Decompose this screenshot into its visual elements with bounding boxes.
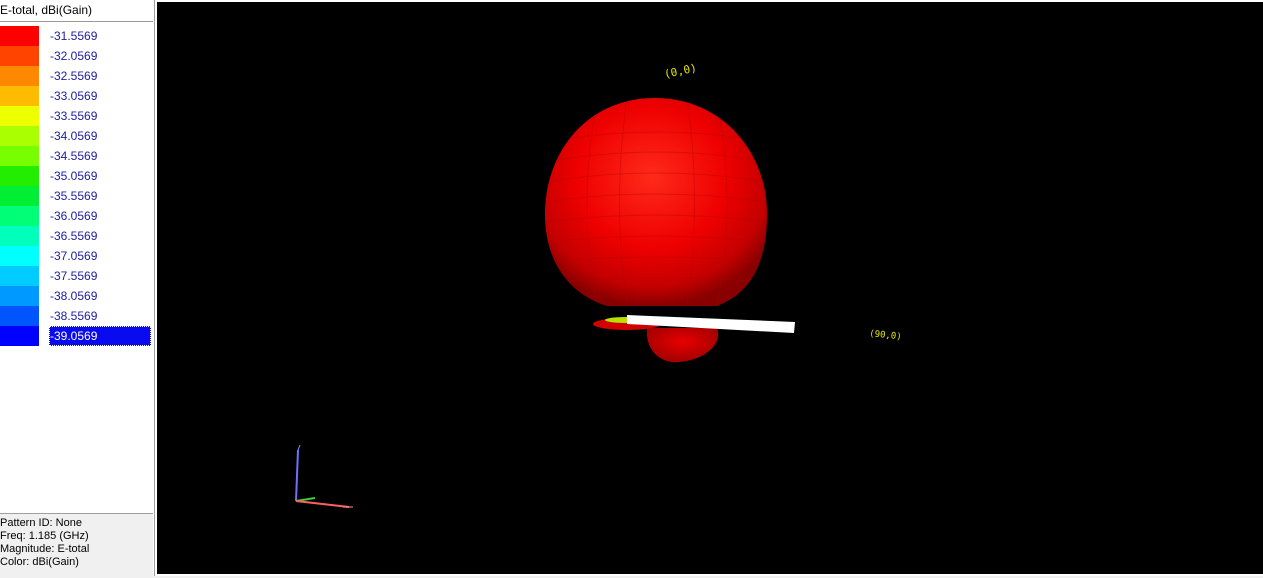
3d-scene: (0,0) (90,0) — [295, 61, 902, 508]
legend-row[interactable]: -32.0569 — [0, 46, 153, 66]
legend-row[interactable]: -35.5569 — [0, 186, 153, 206]
legend-row[interactable]: -38.5569 — [0, 306, 153, 326]
coordinate-triad — [295, 444, 353, 508]
legend-row[interactable]: -39.0569 — [0, 326, 153, 346]
legend-value: -35.5569 — [50, 189, 98, 203]
legend-color-swatch — [0, 26, 39, 46]
legend-row[interactable]: -37.5569 — [0, 266, 153, 286]
legend-value: -38.0569 — [50, 289, 98, 303]
pattern-main-lobe — [545, 98, 767, 306]
legend-value: -38.5569 — [50, 309, 98, 323]
pattern-viewer-window: E-total, dBi(Gain) -31.5569 -32.0569 -32.5… — [0, 0, 1263, 578]
3d-pattern-viewport[interactable]: (0,0) (90,0) — [157, 2, 1263, 574]
legend-value: -37.5569 — [50, 269, 98, 283]
legend-color-swatch — [0, 146, 39, 166]
legend-value: -33.5569 — [50, 109, 98, 123]
legend-color-swatch — [0, 246, 39, 266]
legend-value: -36.0569 — [50, 209, 98, 223]
legend-value: -37.0569 — [50, 249, 98, 263]
legend-row[interactable]: -34.0569 — [0, 126, 153, 146]
legend-row[interactable]: -37.0569 — [0, 246, 153, 266]
legend-row[interactable]: -35.0569 — [0, 166, 153, 186]
color-legend-panel: E-total, dBi(Gain) -31.5569 -32.0569 -32.5… — [0, 0, 155, 576]
legend-color-swatch — [0, 66, 39, 86]
side-axis-label: (90,0) — [869, 329, 902, 342]
top-axis-label: (0,0) — [663, 61, 698, 81]
legend-value: -36.5569 — [50, 229, 98, 243]
legend-row[interactable]: -36.0569 — [0, 206, 153, 226]
legend-value: -34.0569 — [50, 129, 98, 143]
legend-value: -33.0569 — [50, 89, 98, 103]
legend-value: -39.0569 — [49, 326, 151, 346]
legend-row[interactable]: -33.0569 — [0, 86, 153, 106]
legend-value: -31.5569 — [50, 29, 98, 43]
legend-value: -32.0569 — [50, 49, 98, 63]
magnitude-text: Magnitude: E-total — [0, 543, 90, 555]
color-mode-text: Color: dBi(Gain) — [0, 556, 79, 568]
legend-row[interactable]: -38.0569 — [0, 286, 153, 306]
legend-color-swatch — [0, 86, 39, 106]
frequency-text: Freq: 1.185 (GHz) — [0, 530, 89, 542]
legend-color-swatch — [0, 126, 39, 146]
legend-value: -34.5569 — [50, 149, 98, 163]
legend-row[interactable]: -34.5569 — [0, 146, 153, 166]
legend-color-swatch — [0, 206, 39, 226]
legend-color-swatch — [0, 286, 39, 306]
legend-value: -35.0569 — [50, 169, 98, 183]
legend-row[interactable]: -36.5569 — [0, 226, 153, 246]
legend-list[interactable]: -31.5569 -32.0569 -32.5569 -33.0569 -33.5569… — [0, 26, 153, 346]
legend-color-swatch — [0, 226, 39, 246]
pattern-info-box: Pattern ID: None Freq: 1.185 (GHz) Magni… — [0, 513, 153, 576]
legend-row[interactable]: -31.5569 — [0, 26, 153, 46]
legend-color-swatch — [0, 106, 39, 126]
legend-color-swatch — [0, 306, 39, 326]
legend-color-swatch — [0, 186, 39, 206]
legend-title: E-total, dBi(Gain) — [0, 0, 153, 22]
pattern-id-text: Pattern ID: None — [0, 517, 82, 529]
legend-row[interactable]: -33.5569 — [0, 106, 153, 126]
legend-value: -32.5569 — [50, 69, 98, 83]
legend-color-swatch — [0, 326, 39, 346]
legend-color-swatch — [0, 266, 39, 286]
legend-color-swatch — [0, 46, 39, 66]
legend-row[interactable]: -32.5569 — [0, 66, 153, 86]
legend-color-swatch — [0, 166, 39, 186]
